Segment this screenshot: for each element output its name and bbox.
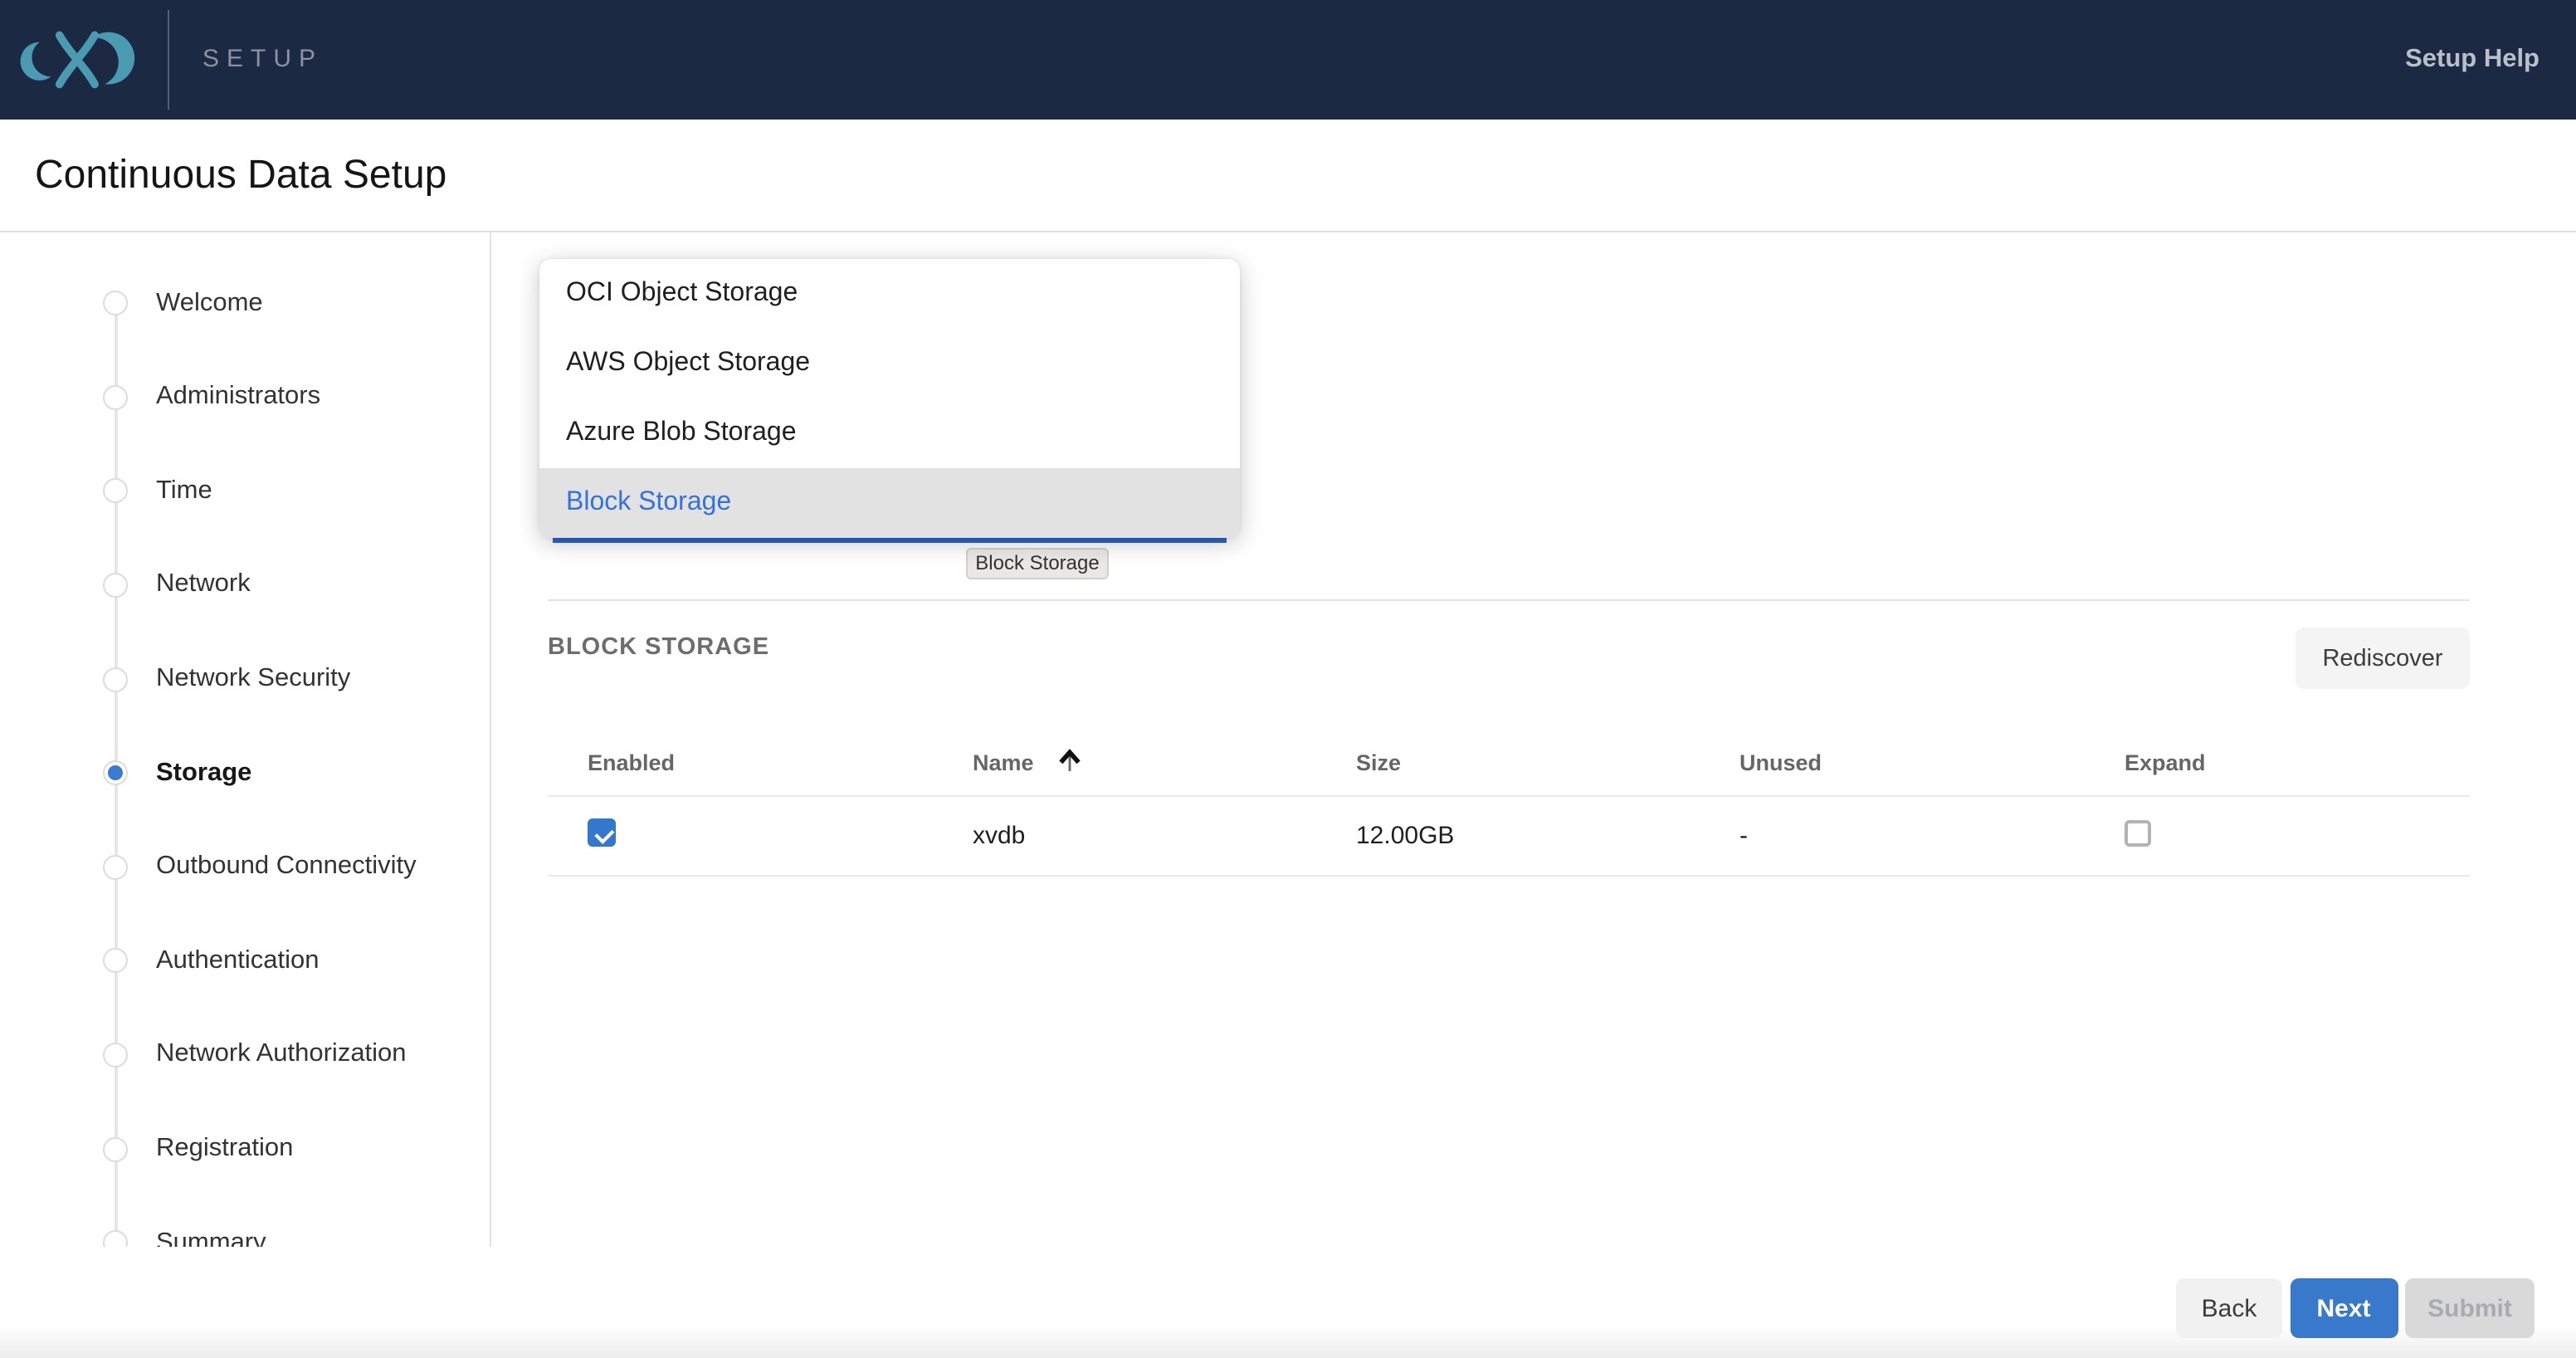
step-circle-icon xyxy=(103,573,128,598)
submit-button[interactable]: Submit xyxy=(2405,1278,2535,1338)
topbar-divider xyxy=(168,10,169,110)
app-viewport: SETUP Setup Help Continuous Data Setup W… xyxy=(0,0,2576,1358)
step-label: Network Security xyxy=(156,664,350,694)
dropdown-option-label: AWS Object Storage xyxy=(566,349,810,377)
step-label: Outbound Connectivity xyxy=(156,852,417,882)
setup-help-link[interactable]: Setup Help xyxy=(2405,0,2539,120)
size-cell: 12.00GB xyxy=(1356,822,1739,850)
column-header-expand[interactable]: Expand xyxy=(2125,750,2470,775)
sort-ascending-arrow-icon xyxy=(1056,747,1084,775)
step-circle-icon xyxy=(103,291,128,315)
step-circle-icon xyxy=(103,760,128,785)
column-header-unused[interactable]: Unused xyxy=(1739,750,2125,775)
storage-select-underline xyxy=(553,538,1227,542)
expand-cell xyxy=(2125,819,2470,852)
enabled-checkbox[interactable] xyxy=(588,818,616,847)
step-circle-icon xyxy=(103,1136,128,1161)
step-label: Network xyxy=(156,570,251,600)
enabled-cell xyxy=(588,818,973,853)
step-label: Authentication xyxy=(156,946,320,976)
section-divider xyxy=(548,599,2470,601)
wizard-step[interactable]: Time xyxy=(0,444,490,538)
name-cell: xvdb xyxy=(973,822,1356,850)
step-circle-icon xyxy=(103,385,128,410)
step-circle-icon xyxy=(103,479,128,504)
step-label: Welcome xyxy=(156,288,263,318)
block-storage-table: Enabled Name Size Unused Expand xvdb xyxy=(548,730,2470,877)
step-circle-icon xyxy=(103,1043,128,1067)
wizard-step[interactable]: Network Security xyxy=(0,633,490,726)
wizard-step[interactable]: Network xyxy=(0,538,490,632)
unused-cell: - xyxy=(1739,822,2125,850)
table-body: xvdb 12.00GB - xyxy=(548,797,2470,877)
step-label: Summary xyxy=(156,1228,266,1247)
wizard-step[interactable]: Network Authorization xyxy=(0,1008,490,1102)
column-header-name[interactable]: Name xyxy=(973,750,1356,775)
column-header-name-label: Name xyxy=(973,750,1034,775)
table-row: xvdb 12.00GB - xyxy=(548,797,2470,877)
select-value-tooltip: Block Storage xyxy=(966,548,1109,579)
step-label: Storage xyxy=(156,758,251,788)
wizard-step-list: Welcome Administrators Time xyxy=(0,232,490,1247)
table-header-row: Enabled Name Size Unused Expand xyxy=(548,730,2470,797)
wizard-step[interactable]: Storage xyxy=(0,726,490,820)
block-storage-section-title: BLOCK STORAGE xyxy=(548,634,769,661)
expand-checkbox[interactable] xyxy=(2125,819,2151,846)
column-header-enabled[interactable]: Enabled xyxy=(588,750,973,775)
wizard-step[interactable]: Welcome xyxy=(0,256,490,350)
step-label: Registration xyxy=(156,1134,293,1164)
wizard-sidebar: Welcome Administrators Time xyxy=(0,232,491,1247)
step-label: Network Authorization xyxy=(156,1040,407,1070)
step-label: Administrators xyxy=(156,383,320,413)
dropdown-option[interactable]: Block Storage xyxy=(539,468,1240,538)
step-circle-icon xyxy=(103,949,128,974)
back-button[interactable]: Back xyxy=(2176,1278,2282,1338)
step-circle-icon xyxy=(103,667,128,691)
next-button[interactable]: Next xyxy=(2290,1278,2398,1338)
step-label: Time xyxy=(156,476,212,506)
dropdown-option[interactable]: OCI Object Storage xyxy=(539,259,1240,329)
dropdown-option[interactable]: Azure Blob Storage xyxy=(539,398,1240,468)
wizard-step[interactable]: Outbound Connectivity xyxy=(0,820,490,914)
wizard-step[interactable]: Authentication xyxy=(0,914,490,1008)
storage-type-dropdown: OCI Object Storage AWS Object Storage Az… xyxy=(539,259,1240,538)
page-title: Continuous Data Setup xyxy=(35,152,446,198)
product-name: SETUP xyxy=(202,0,323,120)
step-circle-icon xyxy=(103,1230,128,1247)
active-step-dot-icon xyxy=(108,765,123,780)
footer-actions: Back Next Submit xyxy=(2176,1278,2535,1338)
dropdown-option-label: Block Storage xyxy=(566,488,731,516)
wizard-step[interactable]: Summary xyxy=(0,1196,490,1247)
step-circle-icon xyxy=(103,855,128,880)
wizard-step[interactable]: Registration xyxy=(0,1102,490,1195)
dropdown-option-label: Azure Blob Storage xyxy=(566,418,797,447)
dropdown-option[interactable]: AWS Object Storage xyxy=(539,329,1240,398)
wizard-step[interactable]: Administrators xyxy=(0,350,490,444)
rediscover-button[interactable]: Rediscover xyxy=(2295,628,2470,689)
dropdown-option-label: OCI Object Storage xyxy=(566,279,798,307)
title-bar: Continuous Data Setup xyxy=(0,120,2576,232)
column-header-size[interactable]: Size xyxy=(1356,750,1739,775)
top-bar: SETUP Setup Help xyxy=(0,0,2576,120)
delphix-logo-icon xyxy=(17,18,136,101)
